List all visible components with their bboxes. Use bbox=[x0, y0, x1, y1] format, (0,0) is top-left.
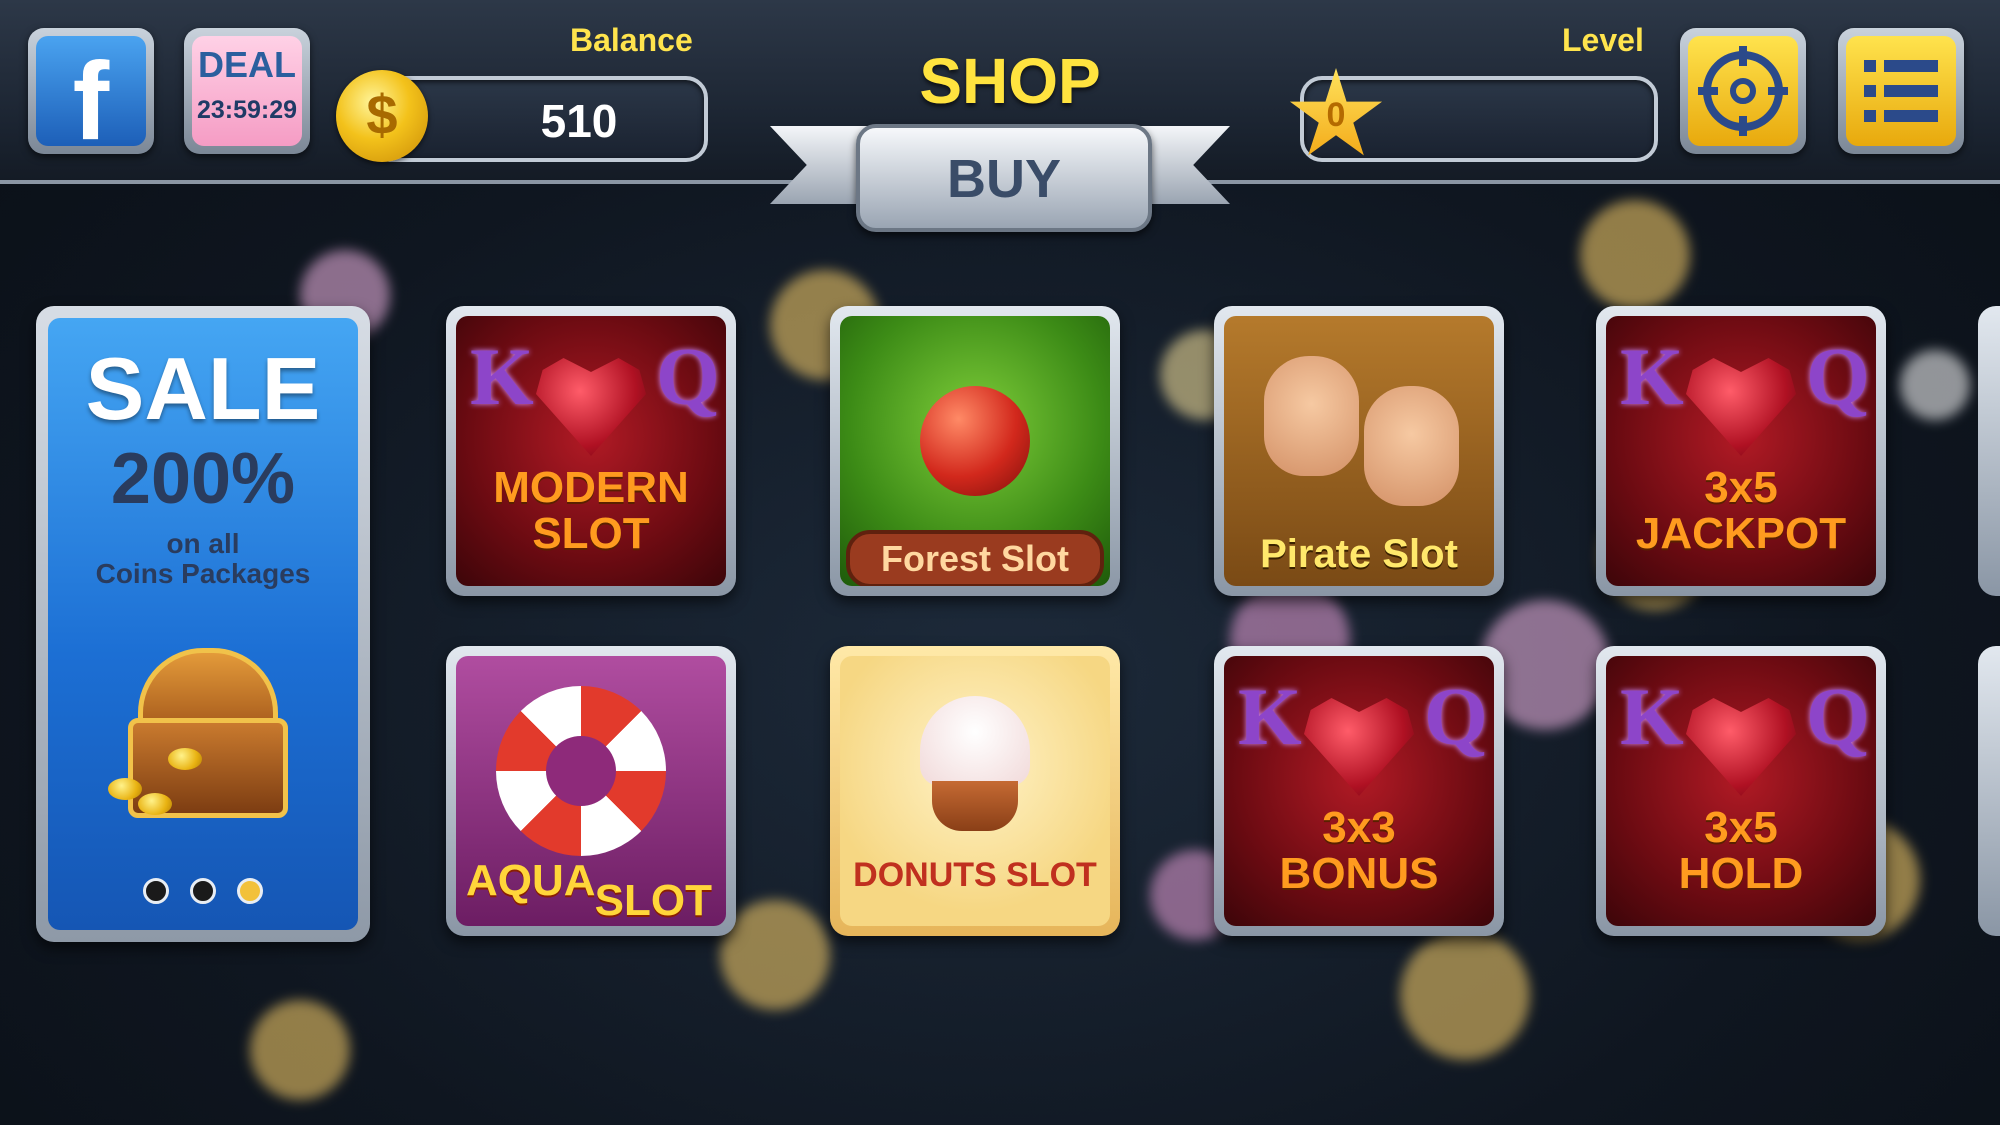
hold-slot-tile[interactable]: K Q 3x5 HOLD bbox=[1596, 646, 1886, 936]
tile-line1: 3x3 bbox=[1322, 803, 1396, 852]
deal-button[interactable]: DEAL 23:59:29 bbox=[184, 28, 310, 154]
modern-slot-tile[interactable]: K Q MODERN SLOT bbox=[446, 306, 736, 596]
sale-subtitle-line1: on all bbox=[166, 528, 240, 559]
sale-percent: 200% bbox=[110, 439, 296, 519]
heart-icon bbox=[1686, 698, 1796, 796]
apple-icon bbox=[920, 386, 1030, 496]
cupcake-icon bbox=[920, 696, 1030, 786]
tile-word2: SLOT bbox=[594, 876, 712, 925]
menu-button[interactable] bbox=[1838, 28, 1964, 154]
level-label: Level bbox=[1562, 22, 1644, 58]
settings-icon bbox=[1698, 46, 1788, 136]
balance-value: 510 bbox=[540, 95, 618, 147]
jackpot-slot-tile[interactable]: K Q 3x5 JACKPOT bbox=[1596, 306, 1886, 596]
q-letter: Q bbox=[1806, 671, 1870, 762]
bonus-slot-tile[interactable]: K Q 3x3 BONUS bbox=[1214, 646, 1504, 936]
deal-timer: 23:59:29 bbox=[196, 96, 298, 124]
donuts-slot-tile[interactable]: DONUTS SLOT bbox=[830, 646, 1120, 936]
buy-button[interactable]: BUY bbox=[856, 124, 1152, 232]
k-letter: K bbox=[1620, 331, 1684, 422]
page-dot-1[interactable] bbox=[142, 878, 169, 904]
tile-name: Pirate Slot bbox=[1260, 532, 1458, 576]
forest-slot-tile[interactable]: Forest Slot bbox=[830, 306, 1120, 596]
tile-name: Forest Slot bbox=[846, 530, 1104, 586]
heart-icon bbox=[1304, 698, 1414, 796]
tile-word1: AQUA bbox=[466, 856, 596, 905]
sale-card[interactable]: SALE 200% on all Coins Packages bbox=[36, 306, 370, 942]
q-letter: Q bbox=[1806, 331, 1870, 422]
k-letter: K bbox=[1238, 671, 1302, 762]
menu-list-icon bbox=[1864, 60, 1938, 122]
tile-line1: MODERN bbox=[493, 463, 689, 512]
tile-line2: JACKPOT bbox=[1635, 509, 1847, 558]
tile-line2: SLOT bbox=[532, 509, 650, 558]
treasure-chest-icon bbox=[108, 648, 288, 818]
next-tile-partial[interactable] bbox=[1978, 306, 2000, 596]
heart-icon bbox=[536, 358, 646, 456]
aqua-slot-tile[interactable]: AQUA SLOT bbox=[446, 646, 736, 936]
life-ring-icon bbox=[496, 686, 666, 856]
tile-line1: 3x5 bbox=[1704, 803, 1778, 852]
q-letter: Q bbox=[1424, 671, 1488, 762]
balance-label: Balance bbox=[570, 22, 693, 58]
k-letter: K bbox=[470, 331, 534, 422]
tile-line2: HOLD bbox=[1678, 849, 1804, 898]
settings-button[interactable] bbox=[1680, 28, 1806, 154]
tile-name: DONUTS SLOT bbox=[853, 856, 1097, 894]
tile-line2: BONUS bbox=[1279, 849, 1439, 898]
q-letter: Q bbox=[656, 331, 720, 422]
pirate-slot-tile[interactable]: Pirate Slot bbox=[1214, 306, 1504, 596]
deal-title: DEAL bbox=[198, 44, 296, 85]
page-dot-3[interactable] bbox=[237, 878, 264, 904]
pirate-man-icon bbox=[1264, 356, 1359, 476]
heart-icon bbox=[1686, 358, 1796, 456]
next-tile-partial[interactable] bbox=[1978, 646, 2000, 936]
facebook-icon: f bbox=[36, 36, 146, 163]
level-value: 0 bbox=[1326, 96, 1346, 134]
tile-line1: 3x5 bbox=[1704, 463, 1778, 512]
sale-subtitle-line2: Coins Packages bbox=[95, 558, 311, 589]
coin-icon: $ bbox=[336, 70, 428, 162]
sale-title: SALE bbox=[85, 339, 321, 438]
pirate-woman-icon bbox=[1364, 386, 1459, 506]
page-dot-2[interactable] bbox=[190, 878, 216, 904]
facebook-button[interactable]: f bbox=[28, 28, 154, 163]
sale-page-indicator bbox=[48, 878, 358, 908]
shop-title: SHOP bbox=[919, 45, 1101, 117]
k-letter: K bbox=[1620, 671, 1684, 762]
